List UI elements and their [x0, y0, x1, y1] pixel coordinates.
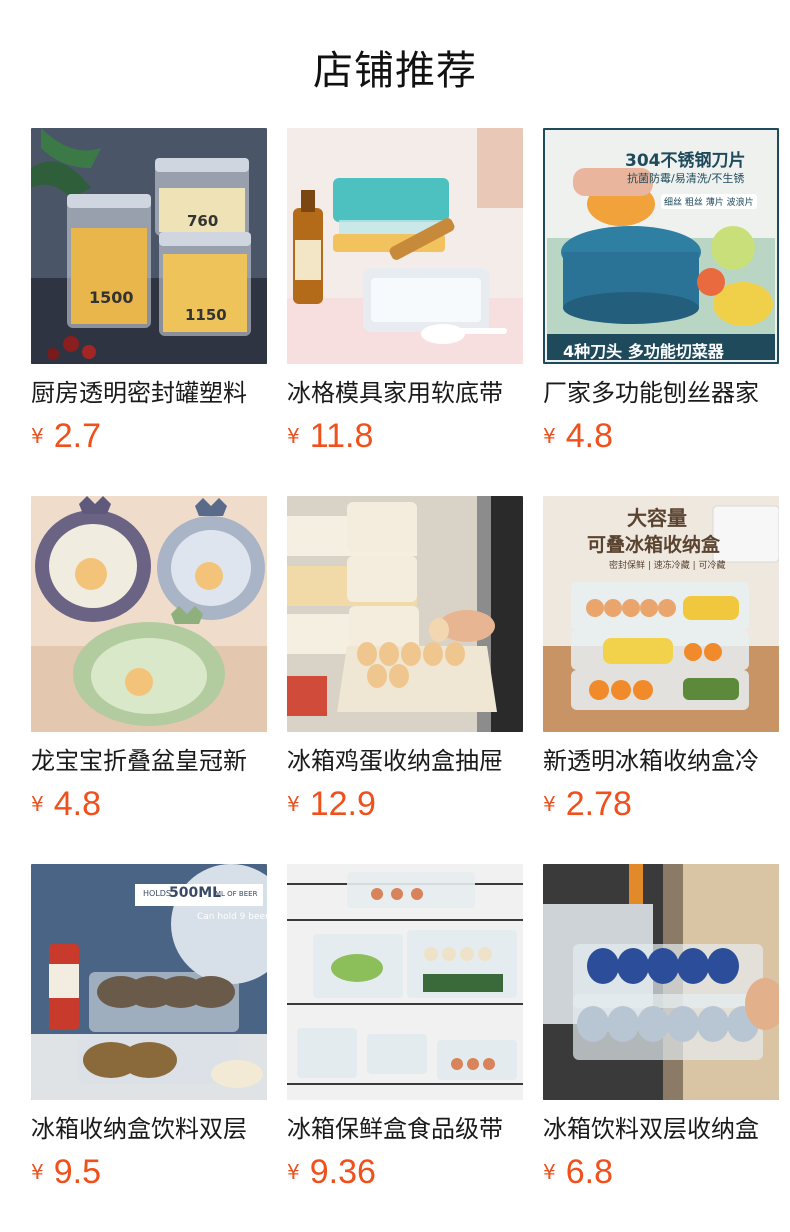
banner-volume: 500ML — [169, 885, 222, 901]
banner-subline: 可叠冰箱收纳盒 — [587, 534, 721, 556]
currency-symbol: ¥ — [543, 792, 556, 816]
price-value: 6.8 — [565, 1153, 613, 1191]
jar-label-1150: 1150 — [185, 306, 227, 324]
product-card[interactable]: 冰箱饮料双层收纳盒 ¥6.8 — [543, 864, 779, 1194]
price-value: 9.36 — [309, 1153, 376, 1191]
product-card[interactable]: 冰箱保鲜盒食品级带 ¥9.36 — [287, 864, 523, 1194]
price-value: 2.7 — [53, 417, 101, 455]
product-name[interactable]: 冰格模具家用软底带 — [287, 376, 523, 410]
banner-headline: 304不锈钢刀片 — [625, 151, 746, 171]
product-price: ¥6.8 — [543, 1153, 779, 1193]
banner-features: 密封保鲜 | 速冻冷藏 | 可冷藏 — [609, 561, 726, 571]
product-card[interactable]: HOLDS 500ML ML OF BEER Can hold 9 beer 冰… — [31, 864, 267, 1194]
banner-unit: ML OF BEER — [215, 890, 258, 898]
banner-capacity: Can hold 9 beer — [197, 912, 267, 922]
foldable-basin-icon[interactable] — [31, 496, 267, 732]
currency-symbol: ¥ — [31, 424, 44, 448]
product-card[interactable]: 冰格模具家用软底带 ¥11.8 — [287, 128, 523, 458]
jar-label-1500: 1500 — [89, 288, 134, 307]
product-card[interactable]: 1500 760 1150 厨房透明密封罐塑料 ¥2.7 — [31, 128, 267, 458]
price-value: 4.8 — [53, 785, 101, 823]
currency-symbol: ¥ — [287, 424, 300, 448]
currency-symbol: ¥ — [543, 424, 556, 448]
product-price: ¥4.8 — [543, 417, 779, 457]
product-price: ¥11.8 — [287, 417, 523, 457]
currency-symbol: ¥ — [543, 1160, 556, 1184]
price-value: 12.9 — [309, 785, 376, 823]
fresh-keeping-box-icon[interactable] — [287, 864, 523, 1100]
product-name[interactable]: 新透明冰箱收纳盒冷 — [543, 744, 779, 778]
product-price: ¥9.36 — [287, 1153, 523, 1193]
vegetable-slicer-icon[interactable]: 304不锈钢刀片 抗菌防霉/易清洗/不生锈 细丝 粗丝 薄片 波浪片 4种刀头 … — [543, 128, 779, 364]
currency-symbol: ¥ — [287, 792, 300, 816]
product-card[interactable]: 大容量 可叠冰箱收纳盒 密封保鲜 | 速冻冷藏 | 可冷藏 新透明冰箱收纳盒冷 … — [543, 496, 779, 826]
product-name[interactable]: 龙宝宝折叠盆皇冠新 — [31, 744, 267, 778]
product-name[interactable]: 冰箱鸡蛋收纳盒抽屉 — [287, 744, 523, 778]
egg-drawer-icon[interactable] — [287, 496, 523, 732]
product-name[interactable]: 冰箱饮料双层收纳盒 — [543, 1112, 779, 1146]
product-price: ¥12.9 — [287, 785, 523, 825]
product-grid: 1500 760 1150 厨房透明密封罐塑料 ¥2.7 冰格模具家用软底带 ¥… — [0, 128, 790, 1232]
banner-holds: HOLDS — [143, 889, 172, 898]
page-title: 店铺推荐 — [313, 48, 477, 94]
currency-symbol: ¥ — [31, 1160, 44, 1184]
product-card[interactable]: 冰箱鸡蛋收纳盒抽屉 ¥12.9 — [287, 496, 523, 826]
banner-subline: 抗菌防霉/易清洗/不生锈 — [627, 172, 745, 185]
product-name[interactable]: 厂家多功能刨丝器家 — [543, 376, 779, 410]
banner-headline: 大容量 — [627, 506, 687, 530]
double-layer-can-rack-icon[interactable] — [543, 864, 779, 1100]
product-name[interactable]: 冰箱保鲜盒食品级带 — [287, 1112, 523, 1146]
product-card[interactable]: 304不锈钢刀片 抗菌防霉/易清洗/不生锈 细丝 粗丝 薄片 波浪片 4种刀头 … — [543, 128, 779, 458]
ice-cube-tray-icon[interactable] — [287, 128, 523, 364]
can-organizer-icon[interactable]: HOLDS 500ML ML OF BEER Can hold 9 beer — [31, 864, 267, 1100]
price-value: 9.5 — [53, 1153, 101, 1191]
product-name[interactable]: 冰箱收纳盒饮料双层 — [31, 1112, 267, 1146]
jar-label-760: 760 — [187, 212, 219, 230]
fridge-storage-box-icon[interactable]: 大容量 可叠冰箱收纳盒 密封保鲜 | 速冻冷藏 | 可冷藏 — [543, 496, 779, 732]
currency-symbol: ¥ — [287, 1160, 300, 1184]
product-price: ¥2.7 — [31, 417, 267, 457]
price-value: 4.8 — [565, 417, 613, 455]
section-header: 店铺推荐 — [0, 0, 790, 128]
product-price: ¥4.8 — [31, 785, 267, 825]
price-value: 2.78 — [565, 785, 632, 823]
food-storage-jars-icon[interactable]: 1500 760 1150 — [31, 128, 267, 364]
product-card[interactable]: 龙宝宝折叠盆皇冠新 ¥4.8 — [31, 496, 267, 826]
product-price: ¥9.5 — [31, 1153, 267, 1193]
currency-symbol: ¥ — [31, 792, 44, 816]
banner-blade-types: 细丝 粗丝 薄片 波浪片 — [661, 194, 757, 209]
price-value: 11.8 — [309, 417, 374, 455]
banner-footer: 4种刀头 多功能切菜器 — [563, 342, 724, 361]
product-price: ¥2.78 — [543, 785, 779, 825]
product-name[interactable]: 厨房透明密封罐塑料 — [31, 376, 267, 410]
